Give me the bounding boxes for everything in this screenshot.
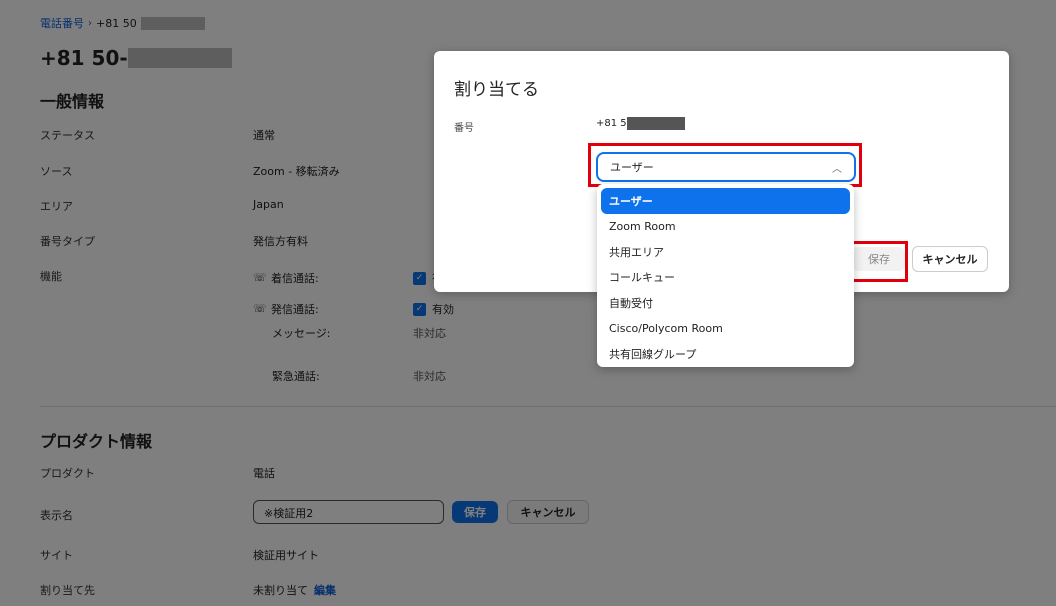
modal-number-text: +81 5 [596, 118, 627, 129]
modal-number-value: +81 5 [596, 117, 685, 130]
highlight-save-annotation [850, 241, 908, 282]
redaction-mask [626, 117, 685, 130]
dropdown-option-auto-receptionist[interactable]: 自動受付 [601, 290, 850, 316]
dropdown-option-common-area[interactable]: 共用エリア [601, 239, 850, 265]
dropdown-option-user[interactable]: ユーザー [601, 188, 850, 214]
highlight-select-annotation [588, 143, 862, 187]
dropdown-option-zoom-room[interactable]: Zoom Room [601, 214, 850, 240]
dropdown-option-shared-line-group[interactable]: 共有回線グループ [601, 341, 850, 367]
modal-cancel-button[interactable]: キャンセル [912, 246, 988, 272]
dropdown-option-call-queue[interactable]: コールキュー [601, 265, 850, 291]
assign-type-dropdown: ユーザー Zoom Room 共用エリア コールキュー 自動受付 Cisco/P… [597, 184, 854, 367]
dropdown-option-cisco-polycom-room[interactable]: Cisco/Polycom Room [601, 316, 850, 342]
modal-title: 割り当てる [454, 80, 539, 100]
modal-number-label: 番号 [454, 123, 474, 134]
